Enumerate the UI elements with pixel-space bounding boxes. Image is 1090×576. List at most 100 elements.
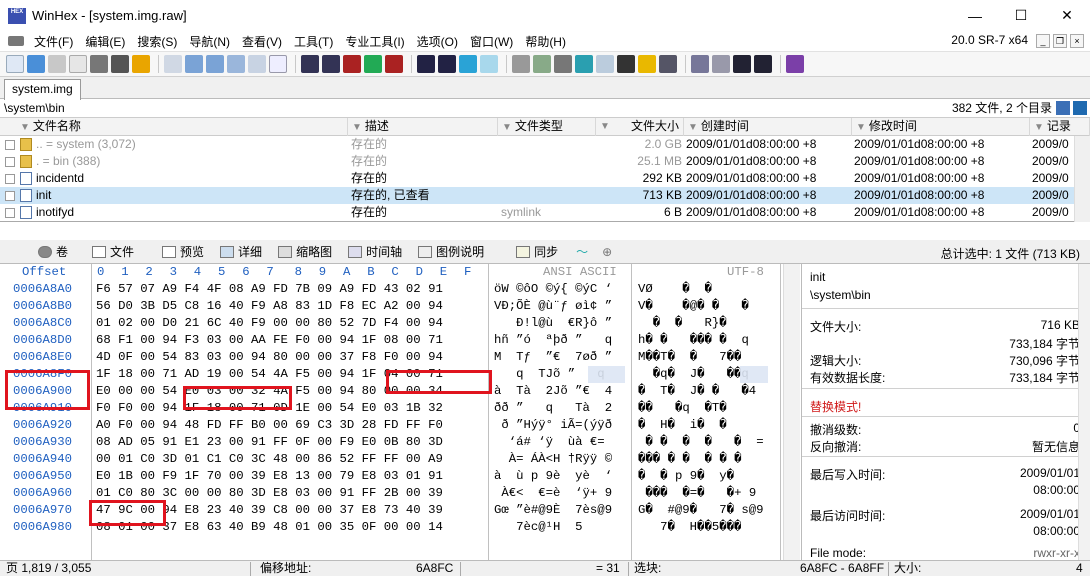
export-icon[interactable] bbox=[132, 55, 150, 73]
hex-row[interactable]: 0006A8C0 01 02 00 D0 21 6C 40 F9 00 00 80… bbox=[0, 315, 790, 332]
utf8-text[interactable]: M��T� � 7�� bbox=[638, 349, 778, 366]
tab-volume[interactable]: 卷 bbox=[30, 241, 76, 263]
hex-row[interactable]: 0006A910 F0 F0 00 94 1F 18 00 71 0D 1E 00… bbox=[0, 400, 790, 417]
row-checkbox[interactable] bbox=[5, 140, 15, 150]
ansi-text[interactable]: 7èc@¹H 5 bbox=[494, 519, 628, 536]
menu-view[interactable]: 查看(V) bbox=[236, 33, 288, 50]
copy-block-icon[interactable] bbox=[206, 55, 224, 73]
hex-row[interactable]: 0006A940 00 01 C0 3D 01 C1 C0 3C 48 00 86… bbox=[0, 451, 790, 468]
utf8-text[interactable]: � � R}� bbox=[638, 315, 778, 332]
column-description[interactable]: ▼ 描述 bbox=[348, 118, 498, 136]
file-row[interactable]: init 存在的, 已查看 713 KB 2009/01/01d08:00:00 +8… bbox=[0, 187, 1074, 204]
hex-bytes[interactable]: F6 57 07 A9 F4 4F 08 A9 FD 7B 09 A9 FD 4… bbox=[96, 281, 484, 298]
menu-options[interactable]: 选项(O) bbox=[411, 33, 464, 50]
printer-icon[interactable] bbox=[90, 55, 108, 73]
wizard-icon[interactable] bbox=[638, 55, 656, 73]
ansi-text[interactable]: ðð ” q Tà 2 bbox=[494, 400, 628, 417]
utf8-text[interactable]: � � � � � = bbox=[638, 434, 778, 451]
ram-icon[interactable] bbox=[554, 55, 572, 73]
menu-navigate[interactable]: 导航(N) bbox=[183, 33, 236, 50]
column-modified[interactable]: ▼ 修改时间 bbox=[852, 118, 1030, 136]
wave-icon[interactable]: 〜 bbox=[576, 243, 588, 260]
binary-icon[interactable] bbox=[269, 55, 287, 73]
hex-bytes[interactable]: 4D 0F 00 54 83 03 00 94 80 00 00 37 F8 F… bbox=[96, 349, 484, 366]
file-row[interactable]: inotifyd 存在的 symlink 6 B 2009/01/01d08:00:00… bbox=[0, 204, 1074, 221]
hash-icon[interactable] bbox=[659, 55, 677, 73]
tab-file[interactable]: 文件 bbox=[84, 241, 142, 263]
file-row[interactable]: . = bin (388) 存在的 25.1 MB 2009/01/01d08:00:… bbox=[0, 153, 1074, 170]
hex-row[interactable]: 0006A8D0 68 F1 00 94 F3 03 00 AA FE F0 00… bbox=[0, 332, 790, 349]
row-checkbox[interactable] bbox=[5, 191, 15, 201]
next-add-icon[interactable] bbox=[754, 55, 772, 73]
hex-row[interactable]: 0006A8E0 4D 0F 00 54 83 03 00 94 80 00 00… bbox=[0, 349, 790, 366]
hex-bytes[interactable]: E0 1B 00 F9 1F 70 00 39 E8 13 00 79 E8 0… bbox=[96, 468, 484, 485]
camera-icon[interactable] bbox=[617, 55, 635, 73]
row-checkbox[interactable] bbox=[5, 174, 15, 184]
grid-icon[interactable] bbox=[712, 55, 730, 73]
maximize-button[interactable]: ☐ bbox=[998, 0, 1044, 31]
ansi-text[interactable]: à Tà 2Jõ ”€ 4 bbox=[494, 383, 628, 400]
filter-icon[interactable]: ▼ bbox=[1034, 122, 1044, 133]
open-disk-icon[interactable] bbox=[533, 55, 551, 73]
ansi-text[interactable]: Ð!l@ù €R}ô ” bbox=[494, 315, 628, 332]
tab-timeline[interactable]: 时间轴 bbox=[340, 241, 410, 263]
ansi-text[interactable]: ­ ‘á# ‘ÿ ùà €= bbox=[494, 434, 628, 451]
prev-icon[interactable] bbox=[733, 55, 751, 73]
column-size[interactable]: ▼ 文件大小 bbox=[596, 118, 684, 136]
menu-pro-tools[interactable]: 专业工具(I) bbox=[339, 33, 410, 50]
filter-icon[interactable]: ▼ bbox=[600, 118, 610, 135]
row-checkbox[interactable] bbox=[5, 157, 15, 167]
utf8-text[interactable]: � H� i� � bbox=[638, 417, 778, 434]
tab-gallery[interactable]: 缩略图 bbox=[270, 241, 340, 263]
utf8-text[interactable]: � T� J� � �4 bbox=[638, 383, 778, 400]
save-list-icon[interactable] bbox=[1056, 101, 1070, 115]
calculator-icon[interactable] bbox=[575, 55, 593, 73]
tab-preview[interactable]: 预览 bbox=[154, 241, 212, 263]
hex-bytes[interactable]: 01 02 00 D0 21 6C 40 F9 00 00 80 52 7D F… bbox=[96, 315, 484, 332]
position-icon[interactable] bbox=[691, 55, 709, 73]
menu-window[interactable]: 窗口(W) bbox=[464, 33, 519, 50]
filter-icon[interactable]: ▼ bbox=[352, 122, 362, 133]
hex-editor[interactable]: Offset 0 1 2 3 4 5 6 7 8 9 A B C D E F ANSI ASCII UTF-8… bbox=[0, 264, 800, 560]
utf8-text[interactable]: VØ � � bbox=[638, 281, 778, 298]
menu-search[interactable]: 搜索(S) bbox=[131, 33, 183, 50]
hex-row[interactable]: 0006A930 08 AD 05 91 E1 23 00 91 FF 0F 00… bbox=[0, 434, 790, 451]
ansi-text[interactable]: À= ÁÀ<H †Rÿÿ © bbox=[494, 451, 628, 468]
replace-text-icon[interactable] bbox=[364, 55, 382, 73]
info-scrollbar[interactable] bbox=[1078, 264, 1090, 560]
tab-details[interactable]: 详细 bbox=[212, 241, 270, 263]
file-row[interactable]: .. = system (3,072) 存在的 2.0 GB 2009/01/01d0… bbox=[0, 136, 1074, 153]
column-type[interactable]: ▼ 文件类型 bbox=[498, 118, 596, 136]
filter-icon[interactable]: ▼ bbox=[856, 122, 866, 133]
filter-icon[interactable]: ▼ bbox=[688, 122, 698, 133]
forward-arrow-icon[interactable] bbox=[480, 55, 498, 73]
ansi-text[interactable]: Gœ ”è#@9È 7ès@9 bbox=[494, 502, 628, 519]
column-filename[interactable]: ▼ 文件名称 bbox=[0, 118, 348, 136]
replace-hex-icon[interactable] bbox=[385, 55, 403, 73]
book-icon[interactable] bbox=[786, 55, 804, 73]
ansi-text[interactable]: M Tƒ ”€ 7øð ” bbox=[494, 349, 628, 366]
menu-edit[interactable]: 编辑(E) bbox=[79, 33, 131, 50]
tab-legend[interactable]: 图例说明 bbox=[410, 241, 492, 263]
print-icon[interactable] bbox=[69, 55, 87, 73]
new-file-icon[interactable] bbox=[6, 55, 24, 73]
back-arrow-icon[interactable] bbox=[459, 55, 477, 73]
search-disk-icon[interactable] bbox=[596, 55, 614, 73]
find-text-icon[interactable] bbox=[301, 55, 319, 73]
utf8-text[interactable]: G� #@9� 7� s@9 bbox=[638, 502, 778, 519]
utf8-text[interactable]: 7� H��5��� bbox=[638, 519, 778, 536]
hex-row[interactable]: 0006A8A0 F6 57 07 A9 F4 4F 08 A9 FD 7B 09… bbox=[0, 281, 790, 298]
copy-icon[interactable] bbox=[185, 55, 203, 73]
mdi-close-button[interactable]: × bbox=[1070, 34, 1084, 48]
column-created[interactable]: ▼ 创建时间 bbox=[684, 118, 852, 136]
menu-file[interactable]: 文件(F) bbox=[28, 33, 79, 50]
crosshair-icon[interactable]: ⊕ bbox=[602, 245, 612, 259]
hex-bytes[interactable]: 08 AD 05 91 E1 23 00 91 FF 0F 00 F9 E0 0… bbox=[96, 434, 484, 451]
row-checkbox[interactable] bbox=[5, 208, 15, 218]
hex-row[interactable]: 0006A8B0 56 D0 3B D5 C8 16 40 F9 A8 83 1D… bbox=[0, 298, 790, 315]
goto-offset-icon[interactable] bbox=[417, 55, 435, 73]
file-row[interactable]: incidentd 存在的 292 KB 2009/01/01d08:00:00 +8… bbox=[0, 170, 1074, 187]
ansi-text[interactable]: ð ”Hýÿ° iÃ=(ýÿð bbox=[494, 417, 628, 434]
hex-scrollbar[interactable] bbox=[783, 264, 800, 560]
menu-tools[interactable]: 工具(T) bbox=[288, 33, 339, 50]
